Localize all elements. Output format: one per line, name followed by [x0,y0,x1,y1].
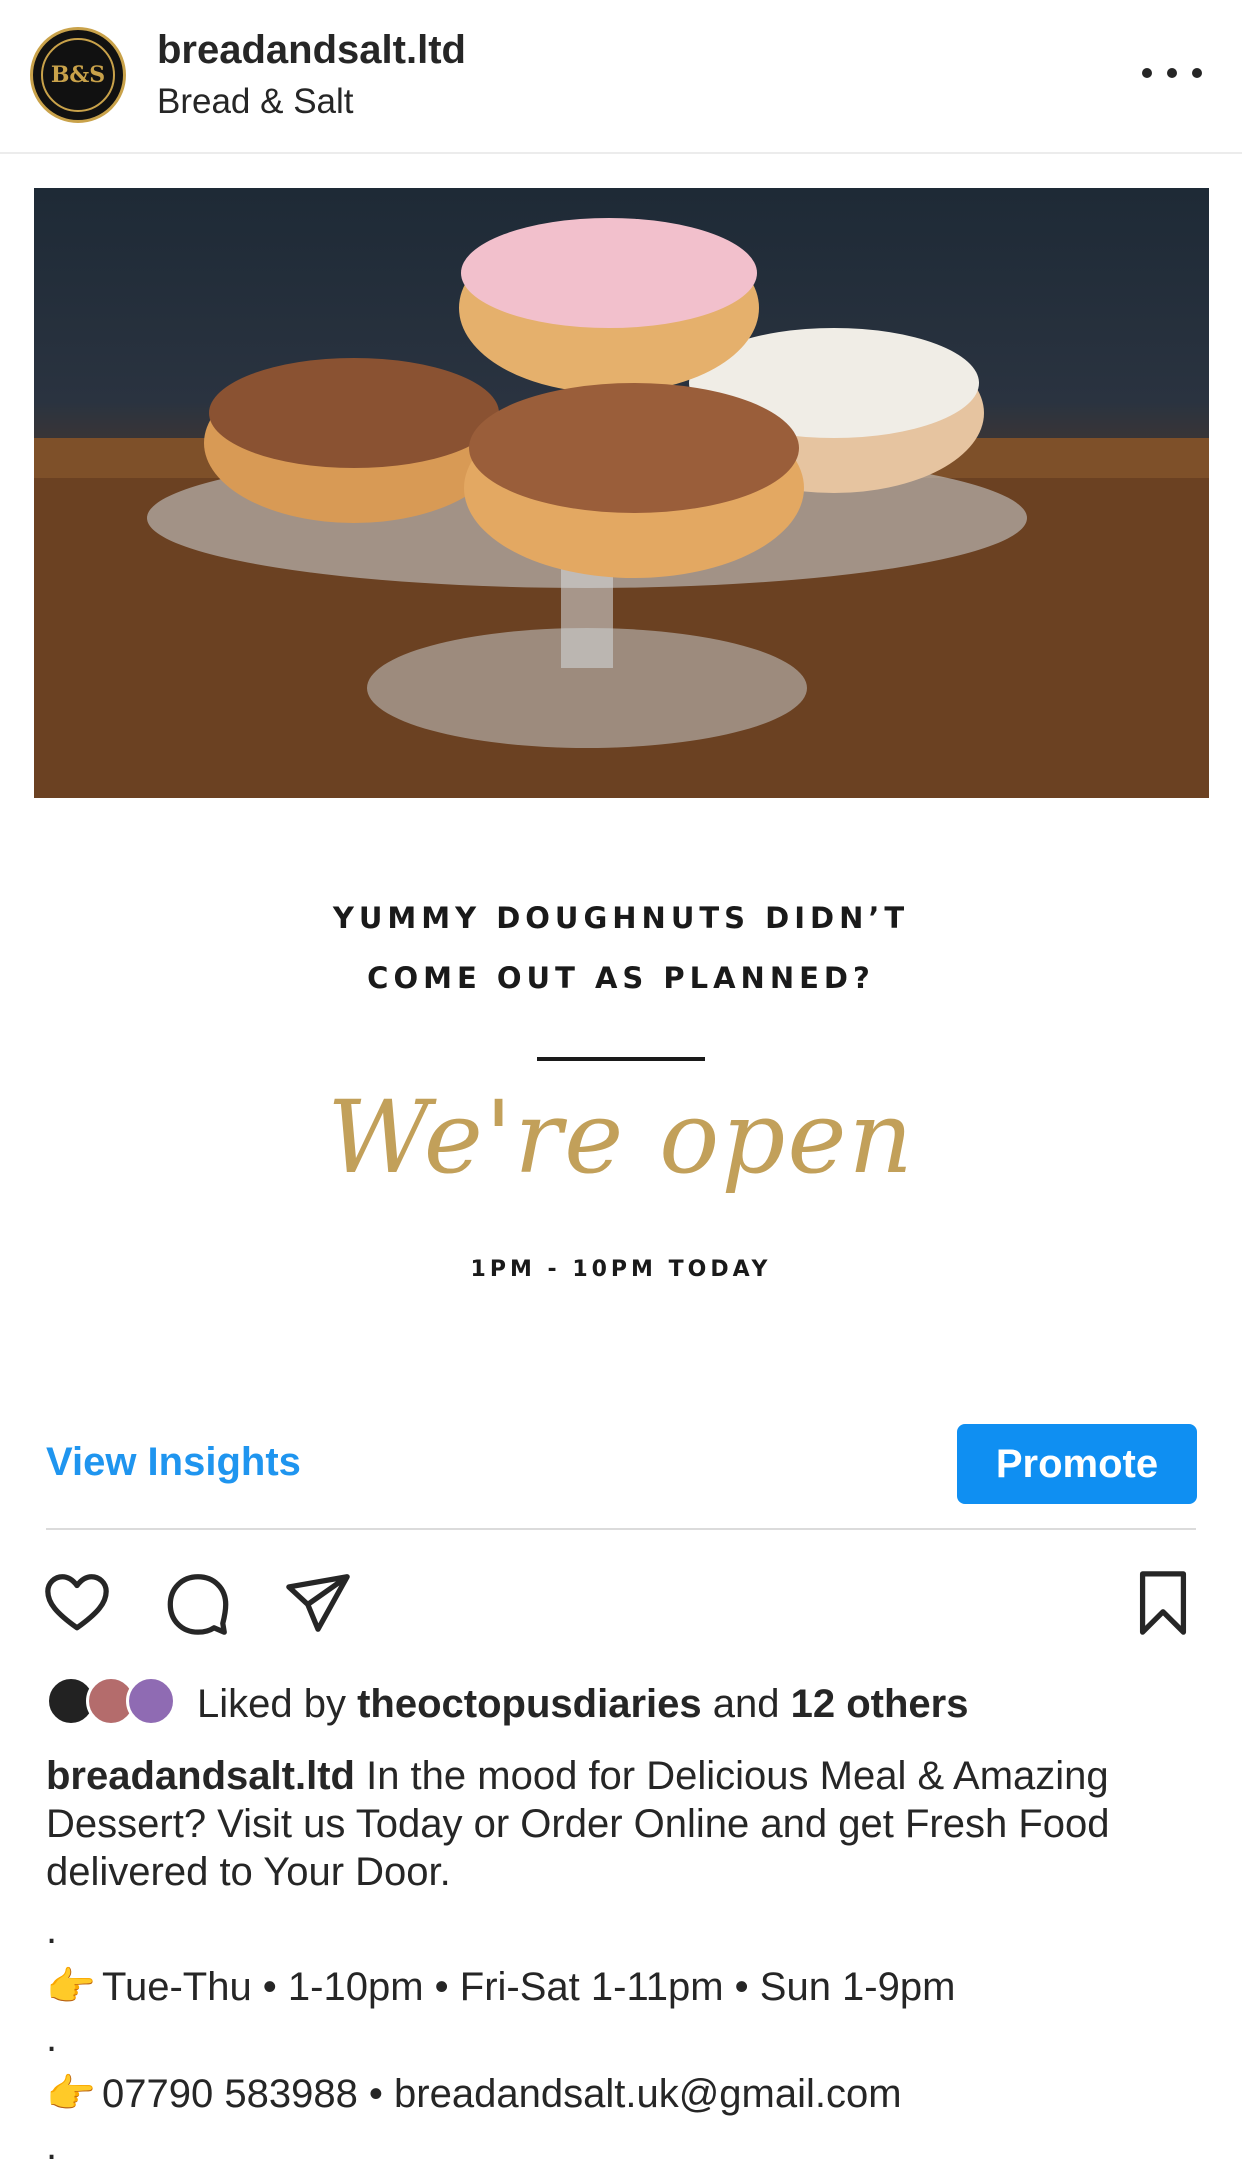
divider [46,1528,1196,1530]
liked-by-prefix: Liked by [197,1682,346,1726]
account-subtitle[interactable]: Bread & Salt [157,82,354,122]
promo-divider [537,1057,705,1061]
bookmark-icon[interactable] [1128,1568,1198,1638]
post-header: B&S breadandsalt.ltd Bread & Salt [0,0,1242,154]
liked-by-conjunction: and [712,1682,780,1726]
caption-dot: . [46,2124,58,2168]
paper-plane-icon[interactable] [283,1568,353,1638]
bread-and-salt-logo-icon: B&S [41,38,115,112]
pointing-hand-icon: 👉 [46,1965,96,2009]
more-horizontal-icon[interactable] [1142,58,1202,88]
caption-contact: 07790 583988 • breadandsalt.uk@gmail.com [102,2072,902,2116]
view-insights-link[interactable]: View Insights [46,1440,301,1485]
post-media[interactable]: YUMMY DOUGHNUTS DIDN’T COME OUT AS PLANN… [0,154,1242,1414]
promo-hours: 1PM - 10PM TODAY [470,1257,772,1282]
promo-script-title: We're open [327,1079,915,1196]
doughnuts-photo [34,188,1209,798]
avatar [126,1676,176,1726]
post-caption: breadandsalt.ltd In the mood for Delicio… [46,1752,1206,1896]
caption-hours-line: 👉 Tue-Thu • 1-10pm • Fri-Sat 1-11pm • Sun… [46,1963,955,2010]
caption-username[interactable]: breadandsalt.ltd [46,1754,355,1798]
caption-dot: . [46,2016,58,2060]
liked-by-text[interactable]: Liked by theoctopusdiaries and 12 others [197,1682,968,1727]
caption-contact-line: 👉 07790 583988 • breadandsalt.uk@gmail.co… [46,2070,902,2117]
caption-dot: . [46,1908,58,1952]
pointing-hand-icon: 👉 [46,2072,96,2116]
promote-button[interactable]: Promote [957,1424,1197,1504]
promo-headline-line2: COME OUT AS PLANNED? [367,961,875,995]
avatar[interactable]: B&S [30,27,126,123]
heart-icon[interactable] [42,1568,112,1638]
username[interactable]: breadandsalt.ltd [157,28,466,73]
comment-icon[interactable] [163,1568,233,1638]
liked-by-others[interactable]: 12 others [791,1682,969,1726]
promo-headline-line1: YUMMY DOUGHNUTS DIDN’T [332,901,910,935]
liked-by-user[interactable]: theoctopusdiaries [357,1682,702,1726]
caption-hours: Tue-Thu • 1-10pm • Fri-Sat 1-11pm • Sun … [102,1965,956,2009]
